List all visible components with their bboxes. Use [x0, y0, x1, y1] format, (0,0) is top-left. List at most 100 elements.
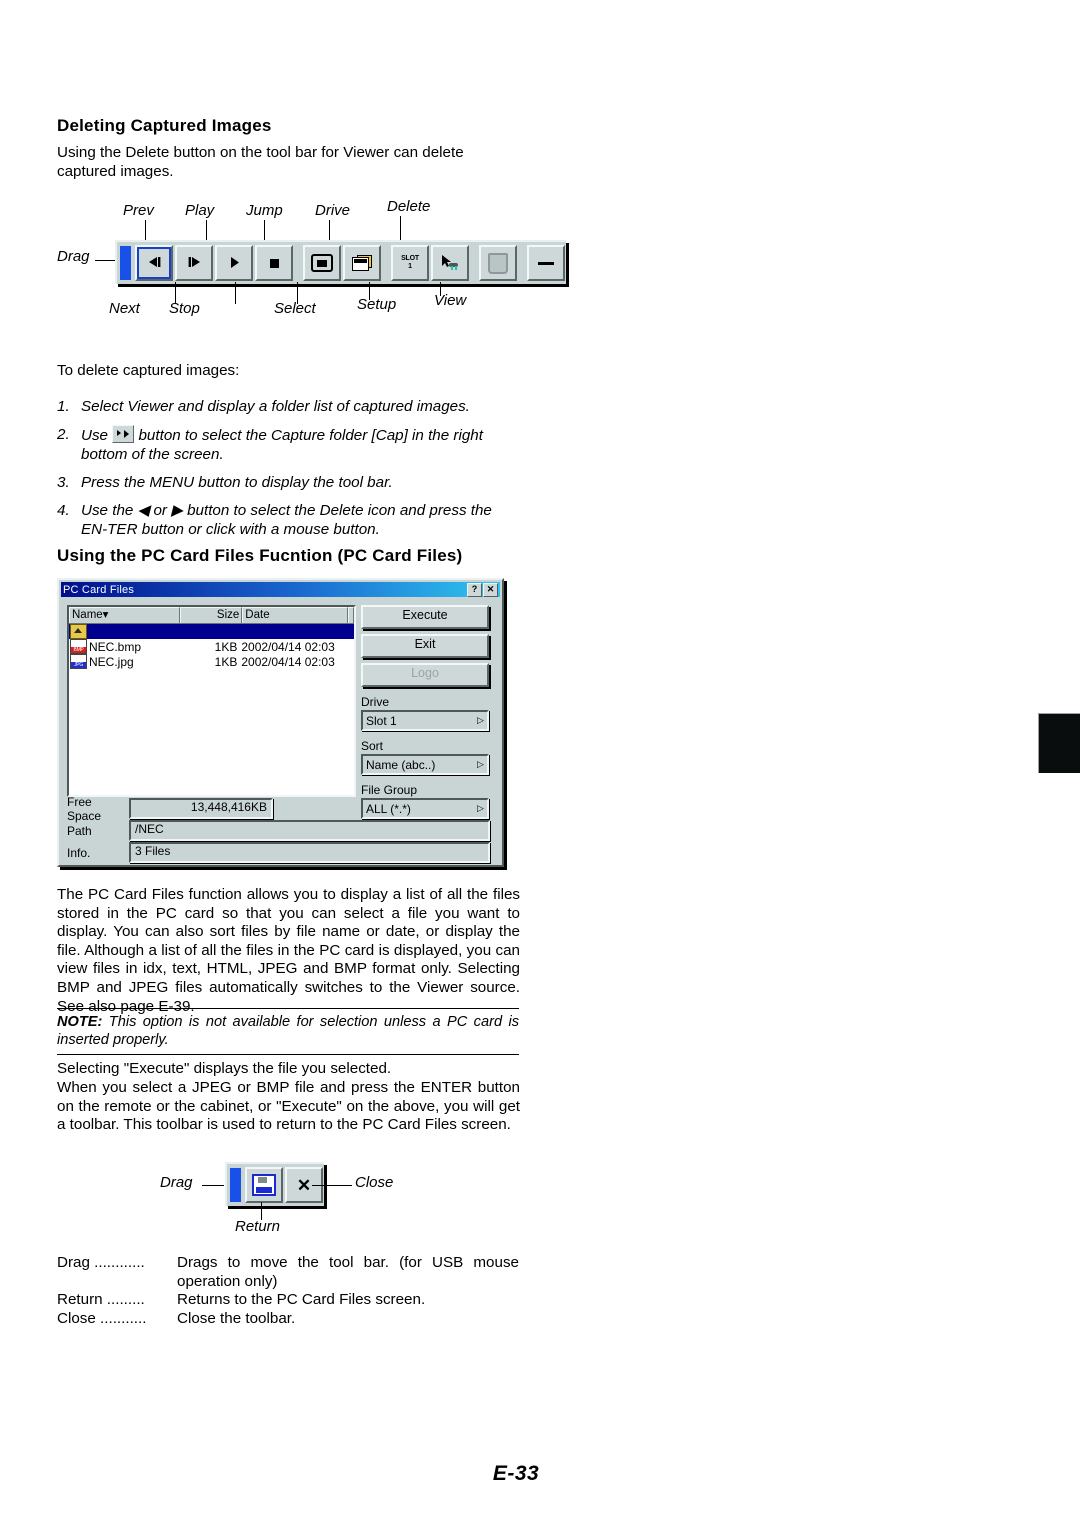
definition-description: Close the toolbar.	[177, 1309, 296, 1327]
label-next: Next	[109, 300, 140, 317]
label-view: View	[434, 292, 467, 309]
setup-button[interactable]	[431, 245, 469, 281]
delete-steps-list: 1. Select Viewer and display a folder li…	[57, 397, 519, 548]
free-space-row: Free Space 13,448,416KB	[67, 795, 352, 823]
label-select: Select	[274, 300, 316, 317]
dialog-title-bar[interactable]: PC Card Files ? ✕	[61, 582, 500, 597]
file-group-value: ALL (*.*)	[366, 801, 411, 816]
file-group-label: File Group	[361, 783, 418, 797]
column-header-spacer	[348, 607, 354, 623]
label-delete: Delete	[387, 198, 431, 215]
label-setup: Setup	[357, 296, 397, 313]
file-list-pane[interactable]: Name▾ Size Date NEC.bmp 1KB	[67, 605, 356, 797]
dialog-controls: Execute Exit Logo Drive Slot 1 ▷ Sort Na…	[361, 605, 489, 819]
stop-button[interactable]	[255, 245, 293, 281]
page-footer: E-33	[0, 1462, 1080, 1486]
chevron-down-icon[interactable]: ▷	[474, 803, 487, 814]
free-space-value: 13,448,416KB	[129, 798, 273, 819]
bmp-file-icon	[70, 639, 87, 654]
exit-button[interactable]: Exit	[361, 634, 489, 658]
section-intro-paragraph: Using the Delete button on the tool bar …	[57, 144, 464, 180]
drag-handle[interactable]	[230, 1168, 241, 1202]
leader-line-drive	[329, 220, 330, 242]
dialog-body: Name▾ Size Date NEC.bmp 1KB	[59, 597, 502, 865]
path-info-fields: Path /NEC Info. 3 Files	[67, 820, 490, 865]
sort-label: Sort	[361, 739, 384, 753]
next-button[interactable]	[175, 245, 213, 281]
sort-select[interactable]: Name (abc..) ▷	[361, 754, 489, 775]
definition-term: Return .........	[57, 1291, 145, 1309]
pc-card-files-dialog: PC Card Files ? ✕ Name▾ Size Date BMP NE…	[57, 578, 504, 867]
list-item-number: 4.	[57, 502, 70, 519]
list-item-text: Use the ◀ or ▶ button to select the Dele…	[81, 502, 492, 538]
play-icon	[227, 256, 241, 271]
note-prefix: NOTE:	[57, 1014, 103, 1030]
edge-thumb-tab	[1038, 713, 1080, 773]
file-list-rows: NEC.bmp 1KB 2002/04/14 02:03 NEC.jpg 1KB…	[69, 624, 354, 669]
path-row: Path /NEC	[67, 820, 490, 841]
list-item-number: 3.	[57, 474, 70, 491]
leader-line-drag-small	[202, 1185, 224, 1186]
table-row[interactable]	[69, 624, 354, 639]
drag-handle[interactable]	[120, 246, 131, 280]
label-drag: Drag	[57, 248, 90, 265]
definition-term: Close ...........	[57, 1309, 147, 1327]
file-group-select[interactable]: ALL (*.*) ▷	[361, 798, 489, 819]
table-row[interactable]: NEC.bmp 1KB 2002/04/14 02:03	[69, 639, 354, 654]
toolbar-description: When you select a JPEG or BMP file and p…	[57, 1079, 520, 1134]
help-button[interactable]: ?	[467, 582, 482, 597]
prev-icon	[146, 256, 163, 270]
list-item-text: Press the MENU button to display the too…	[81, 474, 393, 491]
prev-button[interactable]	[135, 245, 173, 281]
next-icon	[186, 256, 203, 270]
chevron-down-icon[interactable]: ▷	[474, 715, 487, 726]
delete-button[interactable]	[479, 245, 517, 281]
page-number: E-33	[492, 1462, 540, 1485]
logo-button[interactable]: Logo	[361, 663, 489, 687]
jpg-file-icon	[70, 654, 87, 669]
sort-value: Name (abc..)	[366, 757, 436, 772]
execute-description-line: Selecting "Execute" displays the file yo…	[57, 1060, 392, 1077]
play-button[interactable]	[215, 245, 253, 281]
list-item-number: 1.	[57, 398, 70, 415]
file-size: 1KB	[214, 654, 238, 669]
return-icon	[252, 1174, 276, 1196]
setup-cursor-icon	[439, 254, 461, 272]
document-page: Deleting Captured Images Using the Delet…	[0, 0, 1080, 1526]
list-item-text-post: button to select the Capture folder [Cap…	[81, 427, 483, 463]
column-header-name[interactable]: Name▾	[69, 607, 180, 623]
table-row[interactable]: NEC.jpg 1KB 2002/04/14 02:03	[69, 654, 354, 669]
chevron-down-icon[interactable]: ▷	[474, 759, 487, 770]
column-header-size[interactable]: Size	[179, 607, 243, 623]
dialog-status-fields: Free Space 13,448,416KB	[67, 795, 352, 823]
definition-description: Returns to the PC Card Files screen.	[177, 1291, 426, 1309]
file-name: NEC.bmp	[89, 639, 142, 654]
leader-line-play	[206, 220, 207, 242]
select-button[interactable]	[343, 245, 381, 281]
jump-screen-icon	[311, 254, 333, 272]
dialog-title: PC Card Files	[63, 583, 135, 596]
list-item: 1. Select Viewer and display a folder li…	[57, 397, 519, 416]
drive-select[interactable]: Slot 1 ▷	[361, 710, 489, 731]
path-value: /NEC	[129, 820, 490, 841]
jump-button[interactable]	[303, 245, 341, 281]
file-date: 2002/04/14 02:03	[241, 639, 335, 654]
return-button[interactable]	[245, 1167, 283, 1203]
column-header-date[interactable]: Date	[242, 607, 348, 623]
slot-line-1: SLOT	[401, 255, 419, 262]
list-item: Drag ............ Drags to move the tool…	[57, 1254, 519, 1291]
viewer-toolbar: SLOT 1	[115, 240, 566, 284]
close-icon[interactable]: ✕	[483, 582, 498, 597]
label-play: Play	[185, 202, 215, 219]
list-item-text-pre: Use	[81, 427, 109, 444]
select-folders-icon	[352, 255, 372, 271]
list-item: 2. Use button to select the Capture fold…	[57, 425, 519, 464]
drive-value: Slot 1	[366, 713, 397, 728]
drive-button[interactable]: SLOT 1	[391, 245, 429, 281]
view-button[interactable]	[527, 245, 565, 281]
file-name: NEC.jpg	[89, 654, 134, 669]
execute-button[interactable]: Execute	[361, 605, 489, 629]
file-group-field-group: File Group ALL (*.*) ▷	[361, 783, 489, 819]
slot-icon: SLOT 1	[401, 255, 419, 271]
return-toolbar-figure: Drag ✕ Close Return	[57, 1148, 519, 1253]
